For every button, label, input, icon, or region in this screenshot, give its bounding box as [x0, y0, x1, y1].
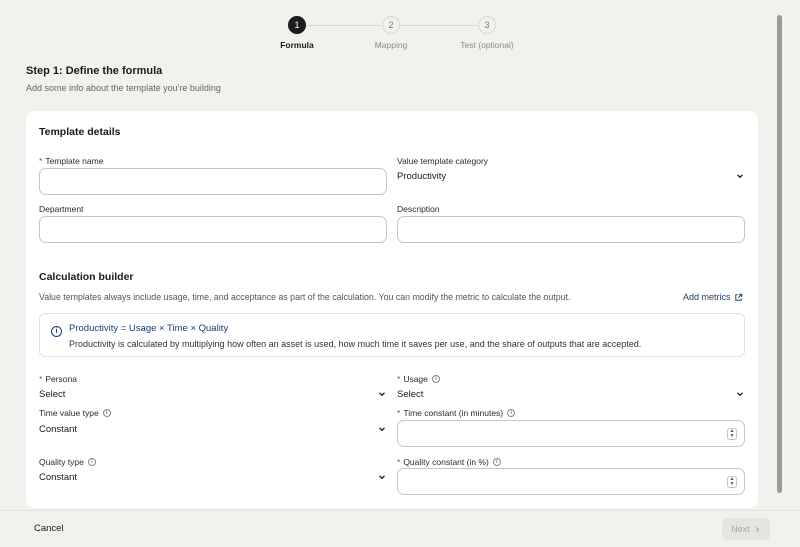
step-number: 1 — [288, 16, 306, 34]
quality-type-select[interactable]: Constant — [39, 470, 387, 484]
info-icon[interactable]: i — [87, 458, 96, 466]
number-stepper-icon[interactable]: ▲ ▼ — [727, 428, 737, 440]
step-number: 3 — [478, 16, 496, 34]
value-template-category-value: Productivity — [397, 170, 447, 182]
time-constant-input[interactable]: ▲ ▼ — [397, 420, 745, 447]
template-details-title: Template details — [39, 126, 121, 138]
add-metrics-label: Add metrics — [683, 292, 731, 302]
page-subtitle: Add some info about the template you're … — [26, 83, 221, 93]
persona-label: * Persona — [39, 374, 77, 384]
chevron-down-icon — [737, 174, 743, 179]
info-icon[interactable]: i — [492, 458, 501, 466]
required-marker: * — [39, 156, 43, 166]
quality-type-value: Constant — [39, 471, 78, 483]
persona-value: Select — [39, 388, 66, 400]
time-value-type-select[interactable]: Constant — [39, 422, 387, 436]
form-card: Template details * Template name Value t… — [26, 111, 758, 508]
department-input[interactable] — [39, 216, 387, 243]
quality-constant-label: * Quality constant (in %) i — [397, 457, 501, 467]
value-template-category-label: Value template category — [397, 156, 489, 166]
template-name-label: * Template name — [39, 156, 103, 166]
scrollbar[interactable] — [777, 15, 782, 493]
required-marker: * — [397, 408, 401, 418]
value-template-category-select[interactable]: Productivity — [397, 169, 745, 183]
step-label: Test (optional) — [460, 40, 514, 50]
number-stepper-icon[interactable]: ▲ ▼ — [727, 476, 737, 488]
persona-select[interactable]: Select — [39, 387, 387, 401]
time-constant-label-text: Time constant (in minutes) — [403, 408, 504, 418]
chevron-down-icon — [379, 392, 385, 397]
next-label: Next — [731, 524, 750, 534]
required-marker: * — [397, 457, 401, 467]
usage-label: * Usage i — [397, 374, 440, 384]
calculation-builder-title: Calculation builder — [39, 271, 134, 283]
chevron-down-icon — [737, 392, 743, 397]
template-name-input[interactable] — [39, 168, 387, 195]
step-mapping[interactable]: 2 Mapping — [351, 16, 431, 50]
calculation-builder-description: Value templates always include usage, ti… — [39, 292, 571, 302]
info-icon[interactable]: i — [102, 409, 111, 417]
page-title: Step 1: Define the formula — [26, 65, 163, 77]
usage-value: Select — [397, 388, 424, 400]
description-input[interactable] — [397, 216, 745, 243]
quality-type-label: Quality type i — [39, 457, 96, 467]
step-label: Mapping — [374, 40, 408, 50]
step-test[interactable]: 3 Test (optional) — [447, 16, 527, 50]
quality-constant-label-text: Quality constant (in %) — [403, 457, 489, 467]
external-link-icon — [734, 293, 742, 301]
quality-constant-input[interactable]: ▲ ▼ — [397, 468, 745, 495]
required-marker: * — [39, 374, 43, 384]
usage-select[interactable]: Select — [397, 387, 745, 401]
usage-label-text: Usage — [403, 374, 428, 384]
template-name-label-text: Template name — [45, 156, 104, 166]
cancel-button[interactable]: Cancel — [34, 523, 64, 534]
chevron-down-icon — [379, 427, 385, 432]
info-icon[interactable]: i — [507, 409, 516, 417]
formula-title: Productivity = Usage × Time × Quality — [69, 323, 229, 334]
time-value-type-label: Time value type i — [39, 408, 111, 418]
info-icon[interactable]: i — [431, 375, 440, 383]
next-button[interactable]: Next — [722, 518, 770, 540]
persona-label-text: Persona — [45, 374, 77, 384]
chevron-down-icon — [379, 475, 385, 480]
formula-description: Productivity is calculated by multiplyin… — [69, 339, 642, 349]
formula-info-box: i Productivity = Usage × Time × Quality … — [39, 313, 745, 357]
step-label: Formula — [280, 40, 314, 50]
time-value-type-value: Constant — [39, 423, 78, 435]
chevron-right-icon — [755, 526, 760, 532]
department-label: Department — [39, 204, 84, 214]
footer-bar: Cancel Next — [0, 510, 800, 547]
time-constant-label: * Time constant (in minutes) i — [397, 408, 516, 418]
time-value-type-label-text: Time value type — [39, 408, 99, 418]
required-marker: * — [397, 374, 401, 384]
info-icon: i — [51, 326, 62, 337]
add-metrics-link[interactable]: Add metrics — [683, 292, 743, 302]
step-number: 2 — [382, 16, 400, 34]
description-label: Description — [397, 204, 440, 214]
quality-type-label-text: Quality type — [39, 457, 84, 467]
step-formula[interactable]: 1 Formula — [257, 16, 337, 50]
stepper: 1 Formula 2 Mapping 3 Test (optional) — [0, 16, 800, 56]
